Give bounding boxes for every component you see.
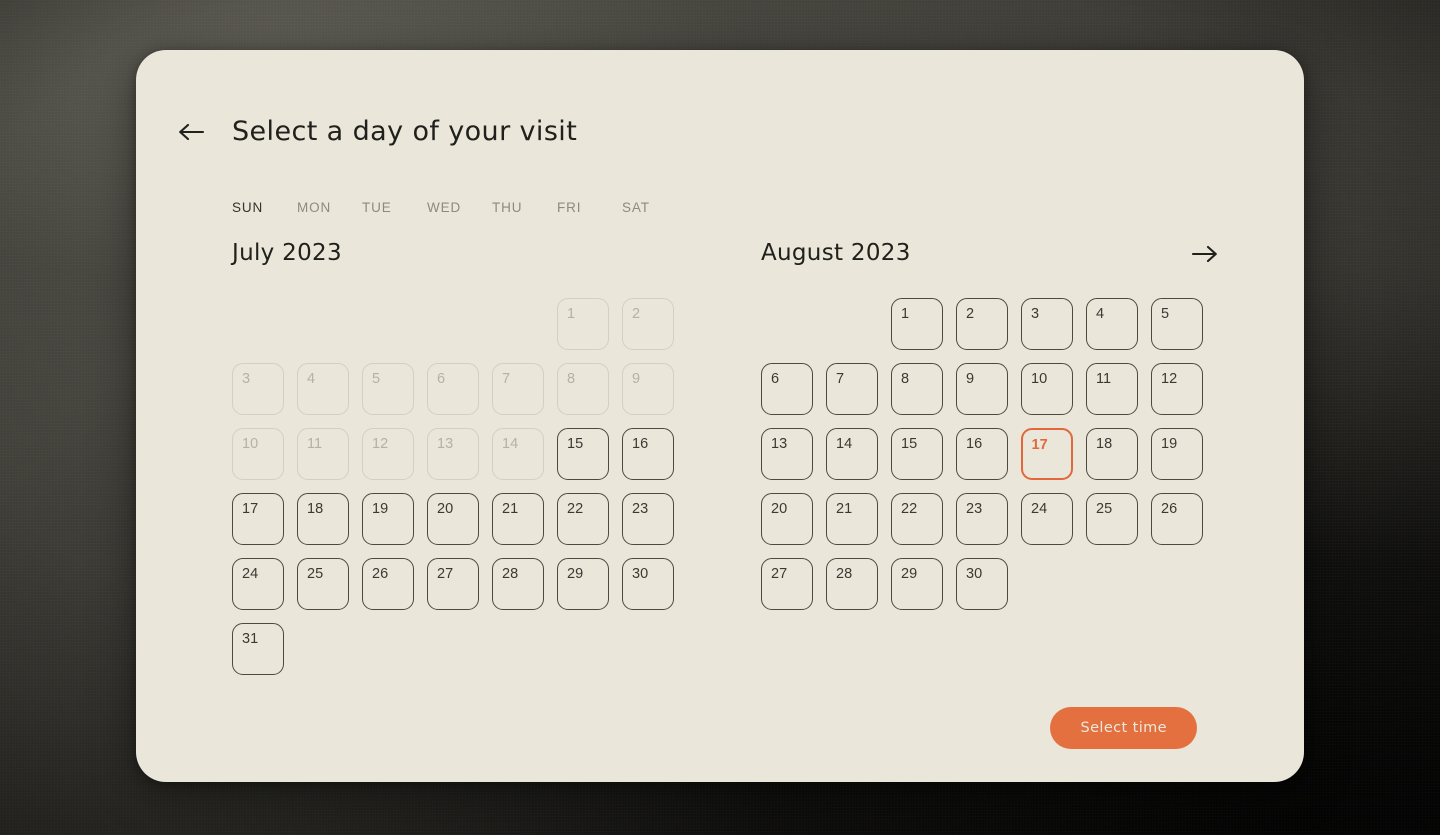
month-panel-first: July 2023 1 2 3 4 5 6 7 8 9 10 11 12 13 14 15 16 17 18 19 2… xyxy=(232,240,687,688)
calendar-day: 5 xyxy=(362,363,414,415)
calendar-blank-cell xyxy=(761,298,813,350)
weekday-thu: THU xyxy=(492,200,523,215)
calendar-blank-cell xyxy=(362,298,414,350)
calendar-day: 7 xyxy=(492,363,544,415)
calendar-day[interactable]: 30 xyxy=(622,558,674,610)
calendar-day[interactable]: 13 xyxy=(761,428,813,480)
calendar-day[interactable]: 16 xyxy=(622,428,674,480)
calendar-day[interactable]: 24 xyxy=(1021,493,1073,545)
calendar-day[interactable]: 27 xyxy=(427,558,479,610)
calendar-day[interactable]: 29 xyxy=(891,558,943,610)
calendar-blank-cell xyxy=(492,298,544,350)
weekday-wed: WED xyxy=(427,200,462,215)
calendar-day: 13 xyxy=(427,428,479,480)
calendar-day[interactable]: 2 xyxy=(956,298,1008,350)
calendar-day[interactable]: 7 xyxy=(826,363,878,415)
calendar-day[interactable]: 19 xyxy=(1151,428,1203,480)
calendar-day[interactable]: 3 xyxy=(1021,298,1073,350)
calendar-day[interactable]: 16 xyxy=(956,428,1008,480)
calendar-day[interactable]: 22 xyxy=(557,493,609,545)
calendar-day[interactable]: 24 xyxy=(232,558,284,610)
calendar-day[interactable]: 23 xyxy=(956,493,1008,545)
date-picker-card: Select a day of your visit SUN MON TUE W… xyxy=(136,50,1304,782)
card-header: Select a day of your visit xyxy=(176,116,577,147)
calendar-day[interactable]: 23 xyxy=(622,493,674,545)
calendar-day: 10 xyxy=(232,428,284,480)
calendar-blank-cell xyxy=(232,298,284,350)
calendar-day: 1 xyxy=(557,298,609,350)
calendar-blank-cell xyxy=(427,298,479,350)
calendar-day[interactable]: 27 xyxy=(761,558,813,610)
calendar-day[interactable]: 5 xyxy=(1151,298,1203,350)
calendar-day[interactable]: 18 xyxy=(297,493,349,545)
weekday-fri: FRI xyxy=(557,200,582,215)
calendar-blank-cell xyxy=(297,298,349,350)
calendar-day: 6 xyxy=(427,363,479,415)
calendar-day[interactable]: 28 xyxy=(492,558,544,610)
calendar-day[interactable]: 14 xyxy=(826,428,878,480)
calendar-day[interactable]: 11 xyxy=(1086,363,1138,415)
calendar-day[interactable]: 9 xyxy=(956,363,1008,415)
calendar-day: 14 xyxy=(492,428,544,480)
weekday-sat: SAT xyxy=(622,200,650,215)
calendar-day[interactable]: 21 xyxy=(826,493,878,545)
calendar-day: 9 xyxy=(622,363,674,415)
calendar-grid: 1 2 3 4 5 6 7 8 9 10 11 12 13 14 15 16 17 18 19 20 21 22 23 24 2… xyxy=(761,298,1216,623)
calendar-day[interactable]: 31 xyxy=(232,623,284,675)
select-time-button[interactable]: Select time xyxy=(1050,707,1197,749)
calendar-day: 3 xyxy=(232,363,284,415)
calendar-day: 4 xyxy=(297,363,349,415)
calendar-day[interactable]: 30 xyxy=(956,558,1008,610)
calendar-day[interactable]: 20 xyxy=(761,493,813,545)
calendar-day[interactable]: 8 xyxy=(891,363,943,415)
calendar-day[interactable]: 18 xyxy=(1086,428,1138,480)
calendar-day[interactable]: 21 xyxy=(492,493,544,545)
weekday-sun: SUN xyxy=(232,200,264,215)
back-button[interactable] xyxy=(176,117,206,147)
calendar-blank-cell xyxy=(826,298,878,350)
calendar-day[interactable]: 28 xyxy=(826,558,878,610)
calendar-day[interactable]: 25 xyxy=(297,558,349,610)
calendar-day[interactable]: 6 xyxy=(761,363,813,415)
next-month-button[interactable] xyxy=(1190,240,1220,268)
arrow-right-icon xyxy=(1191,245,1217,263)
calendar-day: 12 xyxy=(362,428,414,480)
calendar-day[interactable]: 15 xyxy=(891,428,943,480)
weekday-header-row: SUN MON TUE WED THU FRI SAT xyxy=(232,200,687,215)
calendar-grid: 1 2 3 4 5 6 7 8 9 10 11 12 13 14 15 16 17 18 19 20 21 22 23 24 2… xyxy=(232,298,687,688)
calendar-day[interactable]: 26 xyxy=(362,558,414,610)
calendar-day[interactable]: 19 xyxy=(362,493,414,545)
calendar-day-selected[interactable]: 17 xyxy=(1021,428,1073,480)
calendar-day[interactable]: 15 xyxy=(557,428,609,480)
arrow-left-icon xyxy=(179,123,205,140)
calendar-day: 2 xyxy=(622,298,674,350)
month-panel-second: August 2023 1 2 3 4 5 6 7 8 9 10 11 12 13 14 15 16 17 18 1… xyxy=(761,240,1217,688)
calendar-day[interactable]: 26 xyxy=(1151,493,1203,545)
calendar-day[interactable]: 1 xyxy=(891,298,943,350)
page-title: Select a day of your visit xyxy=(232,116,578,147)
month-title: August 2023 xyxy=(761,240,911,266)
calendar-day[interactable]: 10 xyxy=(1021,363,1073,415)
calendar-day[interactable]: 4 xyxy=(1086,298,1138,350)
calendar-day[interactable]: 17 xyxy=(232,493,284,545)
months-container: July 2023 1 2 3 4 5 6 7 8 9 10 11 12 13 14 15 16 17 18 19 2… xyxy=(232,240,1232,688)
month-title: July 2023 xyxy=(232,240,342,266)
calendar-day[interactable]: 29 xyxy=(557,558,609,610)
calendar-day: 11 xyxy=(297,428,349,480)
calendar-day[interactable]: 12 xyxy=(1151,363,1203,415)
weekday-mon: MON xyxy=(297,200,332,215)
calendar-day: 8 xyxy=(557,363,609,415)
calendar-day[interactable]: 25 xyxy=(1086,493,1138,545)
calendar-day[interactable]: 20 xyxy=(427,493,479,545)
calendar-day[interactable]: 22 xyxy=(891,493,943,545)
weekday-tue: TUE xyxy=(362,200,392,215)
